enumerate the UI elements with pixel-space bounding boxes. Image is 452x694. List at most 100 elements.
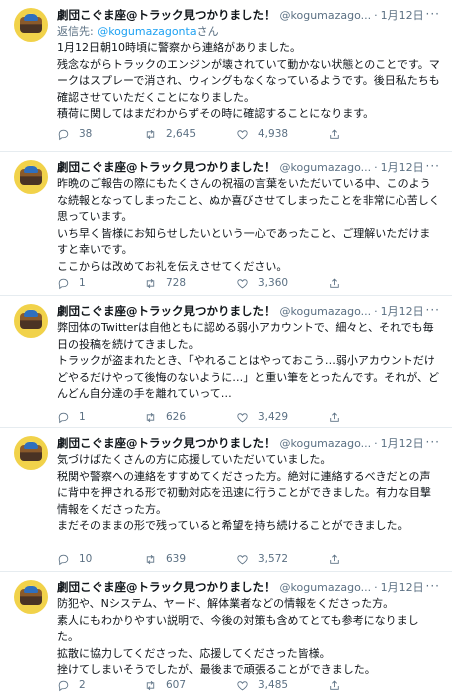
tweet-actions: 10 639 3,572 [57,550,387,568]
reply-button[interactable]: 2 [57,679,144,692]
retweet-icon [146,129,155,139]
tweet-actions: 1 626 3,429 [57,408,387,426]
display-name[interactable]: 劇団こぐま座@トラック見つかりました！ [57,579,276,595]
heart-icon [237,680,248,690]
like-button[interactable]: 3,572 [236,553,328,566]
like-count: 3,429 [258,411,289,423]
retweet-count: 607 [166,679,187,691]
like-count: 3,360 [258,277,289,289]
heart-icon [237,129,248,139]
separator-dot: · [374,436,378,450]
avatar[interactable] [14,160,48,194]
user-handle[interactable]: @kogumazago... [280,305,372,318]
reply-button[interactable]: 10 [57,553,144,566]
tweet-text: 防犯や、Nシステム、ヤード、解体業者などの情報をくださった方。 素人にもわかりや… [57,597,419,676]
tweet-text: 気づけばたくさんの方に応援していただいていました。 税関や警察への連絡をすすめて… [57,453,431,532]
retweet-button[interactable]: 2,645 [144,128,236,141]
retweet-count: 728 [166,277,187,289]
user-handle[interactable]: @kogumazago... [280,161,372,174]
retweet-count: 2,645 [166,128,197,140]
like-button[interactable]: 4,938 [236,128,328,141]
reply-button[interactable]: 38 [57,128,144,141]
retweet-icon [146,412,155,422]
tweet[interactable]: 劇団こぐま座@トラック見つかりました！ @kogumazago... · 1月1… [0,296,452,428]
retweet-button[interactable]: 728 [144,277,236,290]
like-button[interactable]: 3,429 [236,411,328,424]
reply-button[interactable]: 1 [57,411,144,424]
retweet-count: 626 [166,411,187,423]
separator-dot: · [374,8,378,22]
tweet-timestamp[interactable]: 1月12日 [381,579,424,595]
more-options-icon[interactable]: ··· [426,435,440,449]
more-options-icon[interactable]: ··· [426,579,440,593]
tweet-timestamp[interactable]: 1月12日 [381,159,424,175]
share-button[interactable] [328,679,368,692]
reply-count: 38 [79,128,93,140]
avatar[interactable] [14,580,48,614]
tweet-text: 弊団体のTwitterは自他ともに認める弱小アカウントで、細々と、それでも毎日の… [57,321,440,400]
tweet-timestamp[interactable]: 1月12日 [381,435,424,451]
tweet-text: 昨晩のご報告の際にもたくさんの祝福の言葉をいただいている中、このような続報となっ… [57,177,440,273]
share-icon [330,554,339,564]
user-handle[interactable]: @kogumazago... [280,9,372,22]
reply-count: 10 [79,553,93,565]
reply-icon [58,554,69,565]
retweet-icon [146,278,155,288]
like-count: 4,938 [258,128,289,140]
avatar[interactable] [14,436,48,470]
tweet[interactable]: 劇団こぐま座@トラック見つかりました！ @kogumazago... · 1月1… [0,152,452,296]
reply-button[interactable]: 1 [57,277,144,290]
share-icon [330,680,339,690]
display-name[interactable]: 劇団こぐま座@トラック見つかりました！ [57,7,276,23]
avatar[interactable] [14,304,48,338]
share-icon [330,129,339,139]
retweet-icon [146,680,155,690]
separator-dot: · [374,160,378,174]
display-name[interactable]: 劇団こぐま座@トラック見つかりました！ [57,159,276,175]
reply-icon [58,129,69,140]
reply-icon [58,278,69,289]
display-name[interactable]: 劇団こぐま座@トラック見つかりました！ [57,435,276,451]
reply-to-label: 返信先: [57,25,98,38]
retweet-button[interactable]: 639 [144,553,236,566]
reply-count: 1 [79,411,86,423]
retweet-button[interactable]: 626 [144,411,236,424]
tweet-actions: 2 607 3,485 [57,676,387,694]
tweet-thread: 劇団こぐま座@トラック見つかりました！ @kogumazago... · 1月1… [0,0,452,694]
like-count: 3,572 [258,553,289,565]
heart-icon [237,412,248,422]
avatar[interactable] [14,8,48,42]
retweet-button[interactable]: 607 [144,679,236,692]
user-handle[interactable]: @kogumazago... [280,581,372,594]
display-name[interactable]: 劇団こぐま座@トラック見つかりました！ [57,303,276,319]
reply-to-suffix: さん [196,25,219,38]
more-options-icon[interactable]: ··· [426,7,440,21]
share-button[interactable] [328,411,368,424]
like-count: 3,485 [258,679,289,691]
tweet-timestamp[interactable]: 1月12日 [381,303,424,319]
share-button[interactable] [328,277,368,290]
reply-count: 1 [79,277,86,289]
more-options-icon[interactable]: ··· [426,303,440,317]
tweet-actions: 1 728 3,360 [57,274,387,292]
retweet-icon [146,554,155,564]
user-handle[interactable]: @kogumazago... [280,437,372,450]
reply-count: 2 [79,679,86,691]
like-button[interactable]: 3,360 [236,277,328,290]
tweet[interactable]: 劇団こぐま座@トラック見つかりました！ @kogumazago... · 1月1… [0,572,452,694]
more-options-icon[interactable]: ··· [426,159,440,173]
reply-icon [58,412,69,423]
heart-icon [237,554,248,564]
like-button[interactable]: 3,485 [236,679,328,692]
heart-icon [237,278,248,288]
reply-icon [58,680,69,691]
reply-to-line: 返信先: @kogumazagontaさん [57,24,440,40]
tweet-actions: 38 2,645 4,938 [57,125,387,143]
retweet-count: 639 [166,553,187,565]
tweet[interactable]: 劇団こぐま座@トラック見つかりました！ @kogumazago... · 1月1… [0,428,452,572]
tweet-timestamp[interactable]: 1月12日 [381,7,424,23]
share-button[interactable] [328,553,368,566]
reply-to-mention[interactable]: @kogumazagonta [97,25,196,38]
tweet[interactable]: 劇団こぐま座@トラック見つかりました！ @kogumazago... · 1月1… [0,0,452,152]
share-button[interactable] [328,128,368,141]
